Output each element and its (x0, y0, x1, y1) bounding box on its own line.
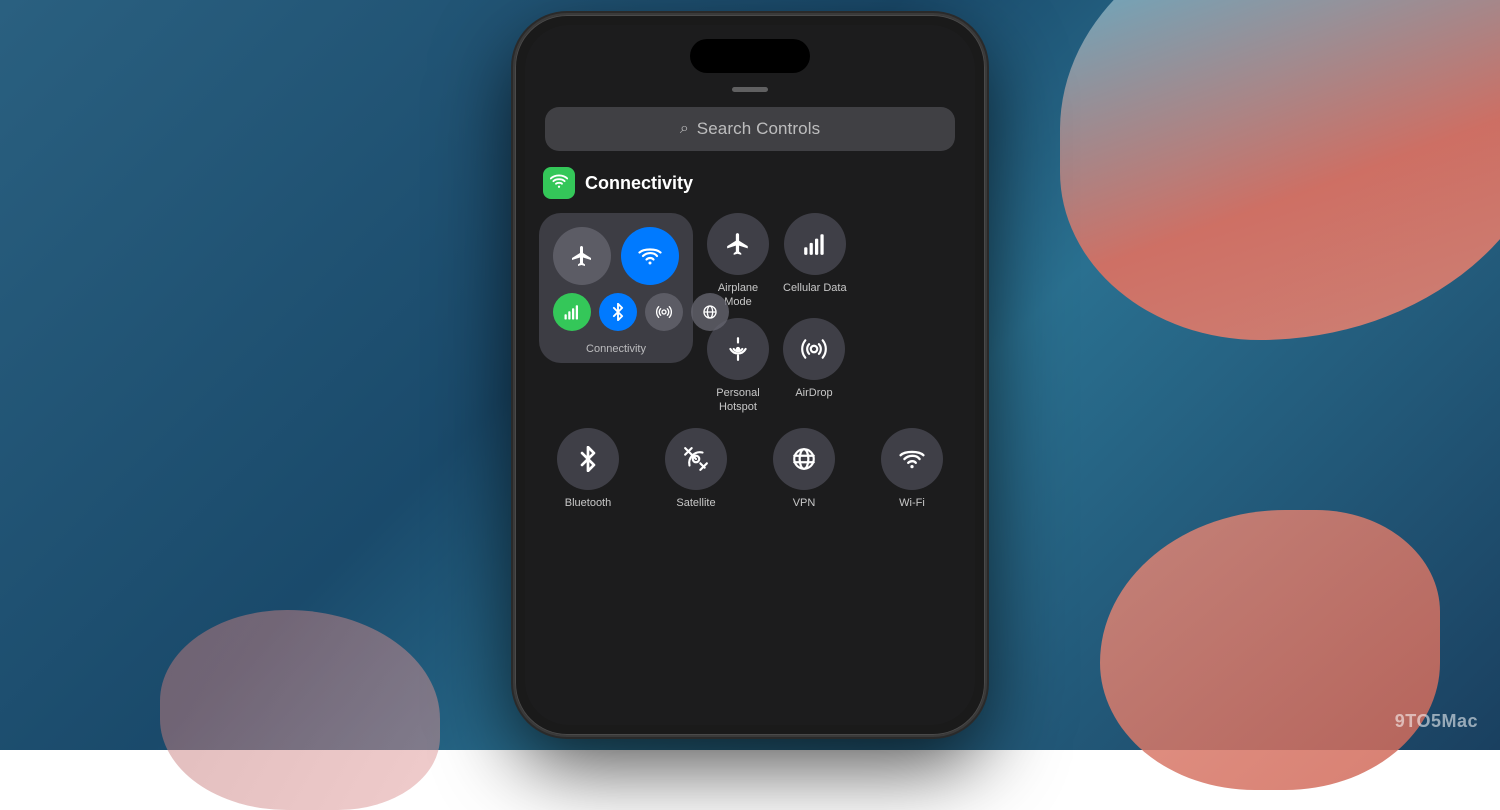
search-icon: ⌕ (680, 120, 689, 138)
bluetooth-toggle-widget[interactable] (599, 293, 637, 331)
vpn-small-widget[interactable] (691, 293, 729, 331)
cellular-data-item: Cellular Data (783, 213, 847, 310)
airdrop-label: AirDrop (795, 386, 832, 400)
wifi-item: Wi-Fi (881, 428, 943, 510)
airplane-mode-button[interactable] (707, 213, 769, 275)
content-area: Connectivity (539, 167, 961, 711)
right-bottom-row: Personal Hotspot (703, 318, 847, 415)
cellular-data-button[interactable] (784, 213, 846, 275)
airplane-toggle-widget[interactable] (553, 227, 611, 285)
connectivity-section-icon (543, 167, 575, 199)
search-placeholder: Search Controls (697, 119, 820, 139)
bg-blob-bottom-right (1100, 510, 1440, 790)
combo-bottom-row (539, 293, 693, 339)
airdrop-button[interactable] (783, 318, 845, 380)
bluetooth-label: Bluetooth (565, 496, 611, 510)
cellular-data-label: Cellular Data (783, 281, 847, 295)
bluetooth-button[interactable] (557, 428, 619, 490)
section-title: Connectivity (585, 173, 693, 194)
vpn-item: VPN (773, 428, 835, 510)
right-top-row: Airplane Mode (703, 213, 847, 310)
phone-frame: ⌕ Search Controls Connectivity (515, 15, 985, 735)
drag-handle (732, 87, 768, 92)
personal-hotspot-item: Personal Hotspot (703, 318, 773, 415)
airdrop-item: AirDrop (783, 318, 845, 415)
satellite-button[interactable] (665, 428, 727, 490)
bluetooth-item: Bluetooth (557, 428, 619, 510)
cellular-toggle-widget[interactable] (553, 293, 591, 331)
watermark: 9TO5Mac (1395, 711, 1478, 732)
row-one: Connectivity (539, 213, 961, 414)
combo-top-row (539, 213, 693, 293)
bottom-controls-row: Bluetooth (539, 428, 961, 510)
search-bar[interactable]: ⌕ Search Controls (545, 107, 955, 151)
airdrop-small-widget[interactable] (645, 293, 683, 331)
wifi-button[interactable] (881, 428, 943, 490)
connectivity-widget[interactable]: Connectivity (539, 213, 693, 363)
connectivity-section-header: Connectivity (539, 167, 961, 199)
connectivity-widget-label: Connectivity (539, 343, 693, 355)
bg-blob-top-right (1060, 0, 1500, 340)
bg-blob-bottom-left (160, 610, 440, 810)
wifi-toggle-widget[interactable] (621, 227, 679, 285)
personal-hotspot-label: Personal Hotspot (703, 386, 773, 415)
controls-grid: Connectivity (539, 213, 961, 510)
satellite-label: Satellite (676, 496, 715, 510)
vpn-label: VPN (793, 496, 816, 510)
satellite-item: Satellite (665, 428, 727, 510)
wifi-label: Wi-Fi (899, 496, 925, 510)
vpn-button[interactable] (773, 428, 835, 490)
dynamic-island (690, 39, 810, 73)
phone-screen: ⌕ Search Controls Connectivity (525, 25, 975, 725)
